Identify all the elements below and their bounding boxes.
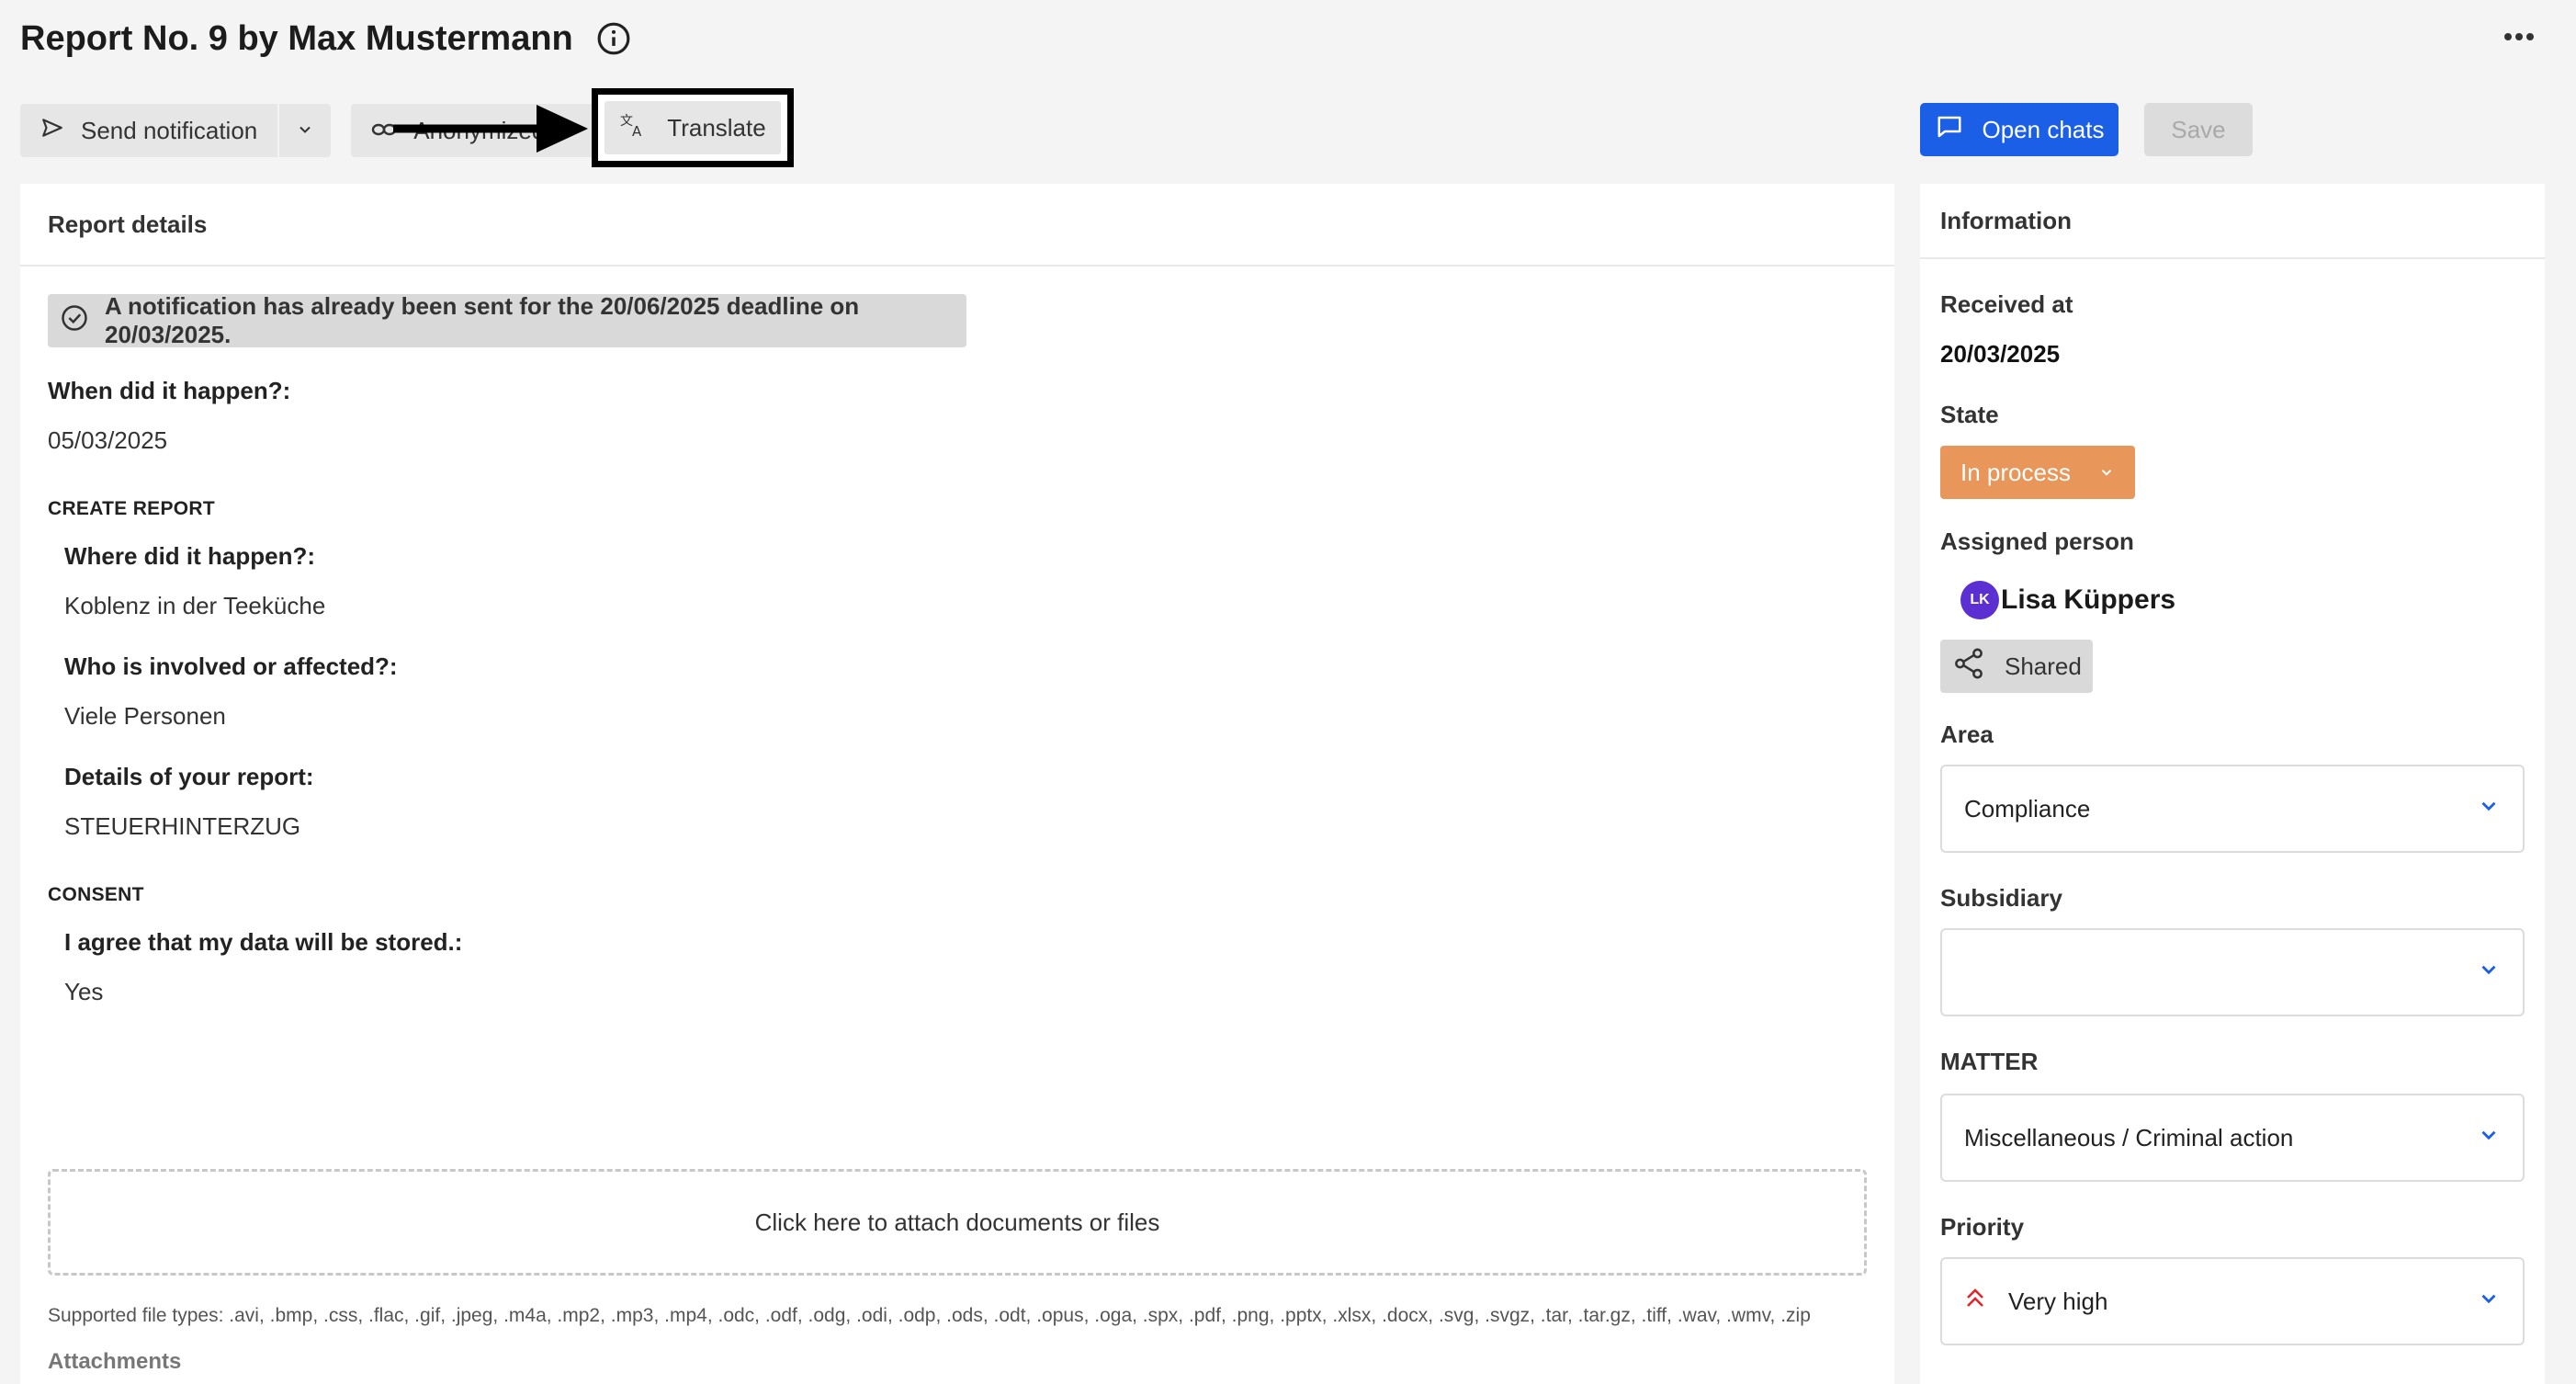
chevron-down-icon	[2477, 794, 2501, 824]
svg-text:文: 文	[620, 114, 633, 129]
notice-text: A notification has already been sent for…	[105, 292, 860, 348]
translate-icon: 文A	[619, 112, 647, 144]
shared-button[interactable]: Shared	[1940, 640, 2093, 693]
area-label: Area	[1940, 720, 1994, 748]
open-chats-button[interactable]: Open chats	[1920, 103, 2118, 156]
save-button[interactable]: Save	[2144, 103, 2253, 156]
send-notification-label: Send notification	[81, 116, 258, 144]
state-value: In process	[1960, 458, 2071, 486]
who-value: Viele Personen	[64, 702, 226, 730]
chat-icon	[1935, 113, 1964, 147]
chevron-down-icon	[2477, 1123, 2501, 1153]
priority-value: Very high	[2008, 1287, 2108, 1315]
matter-value: Miscellaneous / Criminal action	[1964, 1123, 2294, 1151]
chevron-down-icon	[296, 117, 314, 145]
check-circle-icon	[61, 304, 88, 338]
report-details-title: Report details	[20, 184, 1894, 267]
annotation-arrow	[393, 105, 588, 153]
state-label: State	[1940, 401, 1999, 428]
svg-text:A: A	[632, 123, 642, 138]
supported-file-types: Supported file types: .avi, .bmp, .css, …	[48, 1305, 1811, 1326]
when-label: When did it happen?:	[48, 377, 291, 404]
matter-select[interactable]: Miscellaneous / Criminal action	[1940, 1094, 2525, 1182]
where-value: Koblenz in der Teeküche	[64, 592, 326, 619]
priority-label: Priority	[1940, 1213, 2025, 1241]
area-select[interactable]: Compliance	[1940, 765, 2525, 853]
open-chats-label: Open chats	[1982, 115, 2105, 143]
subsidiary-label: Subsidiary	[1940, 884, 2062, 912]
attachments-heading: Attachments	[48, 1349, 182, 1374]
received-value: 20/03/2025	[1940, 340, 2061, 368]
translate-highlight: 文A Translate	[592, 88, 794, 167]
details-label: Details of your report:	[64, 763, 314, 790]
state-dropdown[interactable]: In process	[1940, 446, 2135, 499]
when-value: 05/03/2025	[48, 426, 168, 454]
chevron-down-icon	[2477, 1287, 2501, 1317]
translate-label: Translate	[667, 113, 766, 142]
section-consent: CONSENT	[48, 884, 144, 905]
priority-select[interactable]: Very high	[1940, 1257, 2525, 1345]
share-icon	[1951, 646, 1986, 687]
chevron-down-icon	[2477, 958, 2501, 988]
consent-label: I agree that my data will be stored.:	[64, 928, 463, 956]
info-icon[interactable]	[595, 20, 632, 57]
assignee[interactable]: LK Lisa Küppers	[1960, 581, 2175, 619]
consent-value: Yes	[64, 978, 104, 1005]
avatar: LK	[1960, 581, 1999, 619]
information-title: Information	[1920, 184, 2545, 259]
attach-files-dropzone[interactable]: Click here to attach documents or files	[48, 1169, 1867, 1276]
send-notification-button[interactable]: Send notification	[20, 104, 278, 157]
priority-high-icon	[1964, 1287, 1986, 1317]
chevron-down-icon	[2098, 459, 2115, 487]
section-create-report: CREATE REPORT	[48, 498, 216, 519]
where-label: Where did it happen?:	[64, 542, 315, 570]
assignee-name: Lisa Küppers	[2001, 584, 2176, 615]
received-label: Received at	[1940, 290, 2073, 318]
send-notification-dropdown[interactable]	[279, 104, 332, 157]
matter-label: MATTER	[1940, 1048, 2039, 1075]
details-value: STEUERHINTERZUG	[64, 812, 301, 840]
translate-button[interactable]: 文A Translate	[604, 101, 781, 154]
subsidiary-select[interactable]	[1940, 928, 2525, 1016]
information-panel: Information Received at 20/03/2025 State…	[1920, 184, 2545, 1384]
shared-label: Shared	[2005, 652, 2082, 680]
assigned-label: Assigned person	[1940, 528, 2134, 555]
notification-notice: A notification has already been sent for…	[48, 292, 966, 348]
more-options-icon[interactable]	[2493, 17, 2545, 57]
who-label: Who is involved or affected?:	[64, 652, 398, 680]
report-details-panel: Report details A notification has alread…	[20, 184, 1894, 1384]
page-title: Report No. 9 by Max Mustermann	[20, 18, 573, 58]
title-row: Report No. 9 by Max Mustermann	[20, 13, 632, 64]
area-value: Compliance	[1964, 794, 2091, 822]
send-icon	[40, 116, 64, 146]
